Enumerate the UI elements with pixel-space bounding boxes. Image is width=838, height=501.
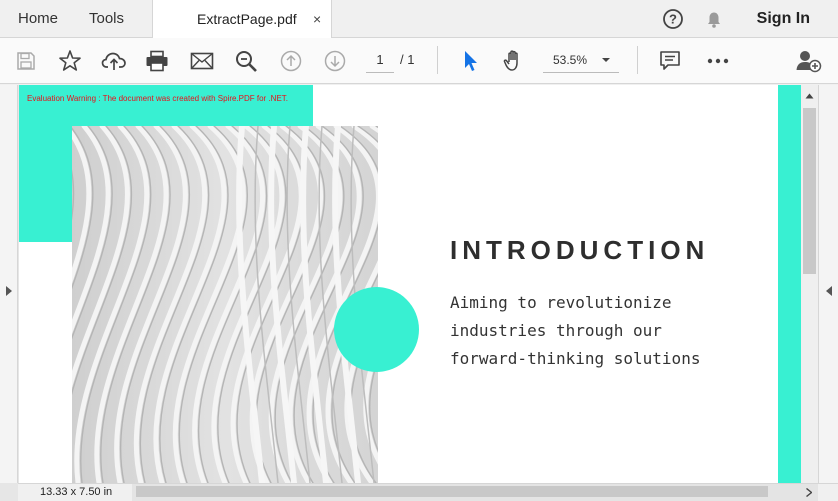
chevron-left-icon xyxy=(826,286,832,296)
body-line: industries through our xyxy=(450,321,662,340)
print-icon[interactable] xyxy=(144,38,170,84)
page-up-icon[interactable] xyxy=(278,38,304,84)
bookmark-star-icon[interactable] xyxy=(57,38,83,84)
page-number-input[interactable]: 1 xyxy=(366,48,394,73)
page-total-label: / 1 xyxy=(400,52,415,67)
toolbar-divider xyxy=(437,46,438,74)
upload-cloud-icon[interactable] xyxy=(100,38,128,84)
accent-strip xyxy=(778,85,801,483)
page-down-icon[interactable] xyxy=(322,38,348,84)
toolbar-divider xyxy=(637,46,638,74)
left-panel-toggle[interactable] xyxy=(0,85,18,483)
chevron-right-icon xyxy=(6,286,12,296)
toolbar: 1 / 1 53.5% xyxy=(0,38,838,84)
select-cursor-icon[interactable] xyxy=(460,38,482,84)
tab-close-button[interactable]: × xyxy=(313,0,321,38)
slide-body: Aiming to revolutionize industries throu… xyxy=(450,289,750,373)
hand-tool-icon[interactable] xyxy=(501,38,527,84)
pdf-page: Evaluation Warning : The document was cr… xyxy=(19,85,801,483)
tab-document-title: ExtractPage.pdf xyxy=(197,11,297,27)
svg-text:?: ? xyxy=(669,12,677,27)
add-user-icon[interactable] xyxy=(794,38,824,84)
tab-bar: Home Tools ExtractPage.pdf × ? Sign In xyxy=(0,0,838,38)
zoom-search-icon[interactable] xyxy=(233,38,259,84)
accent-circle xyxy=(334,287,419,372)
right-panel-toggle[interactable] xyxy=(818,85,838,483)
abstract-photo xyxy=(72,126,378,483)
scroll-right-icon[interactable] xyxy=(806,488,812,497)
help-icon[interactable]: ? xyxy=(662,8,684,35)
zoom-select[interactable]: 53.5% xyxy=(543,48,619,73)
evaluation-warning: Evaluation Warning : The document was cr… xyxy=(27,94,289,103)
vertical-scroll-thumb[interactable] xyxy=(803,108,816,274)
zoom-value: 53.5% xyxy=(553,53,588,67)
save-icon[interactable] xyxy=(14,38,38,84)
more-icon[interactable] xyxy=(705,38,731,84)
body-line: forward-thinking solutions xyxy=(450,349,701,368)
tab-home[interactable]: Home xyxy=(18,0,58,38)
tab-document[interactable]: ExtractPage.pdf × xyxy=(152,0,332,38)
chevron-down-icon xyxy=(601,48,611,80)
body-line: Aiming to revolutionize xyxy=(450,293,672,312)
comment-icon[interactable] xyxy=(657,38,683,84)
scroll-up-icon[interactable] xyxy=(805,93,814,99)
slide-title: INTRODUCTION xyxy=(450,235,710,265)
sign-in-button[interactable]: Sign In xyxy=(757,0,810,38)
page-size-label: 13.33 x 7.50 in xyxy=(40,486,113,498)
bell-icon[interactable] xyxy=(704,9,724,34)
tab-tools[interactable]: Tools xyxy=(89,0,124,38)
mail-icon[interactable] xyxy=(189,38,215,84)
horizontal-scroll-thumb[interactable] xyxy=(136,486,768,497)
